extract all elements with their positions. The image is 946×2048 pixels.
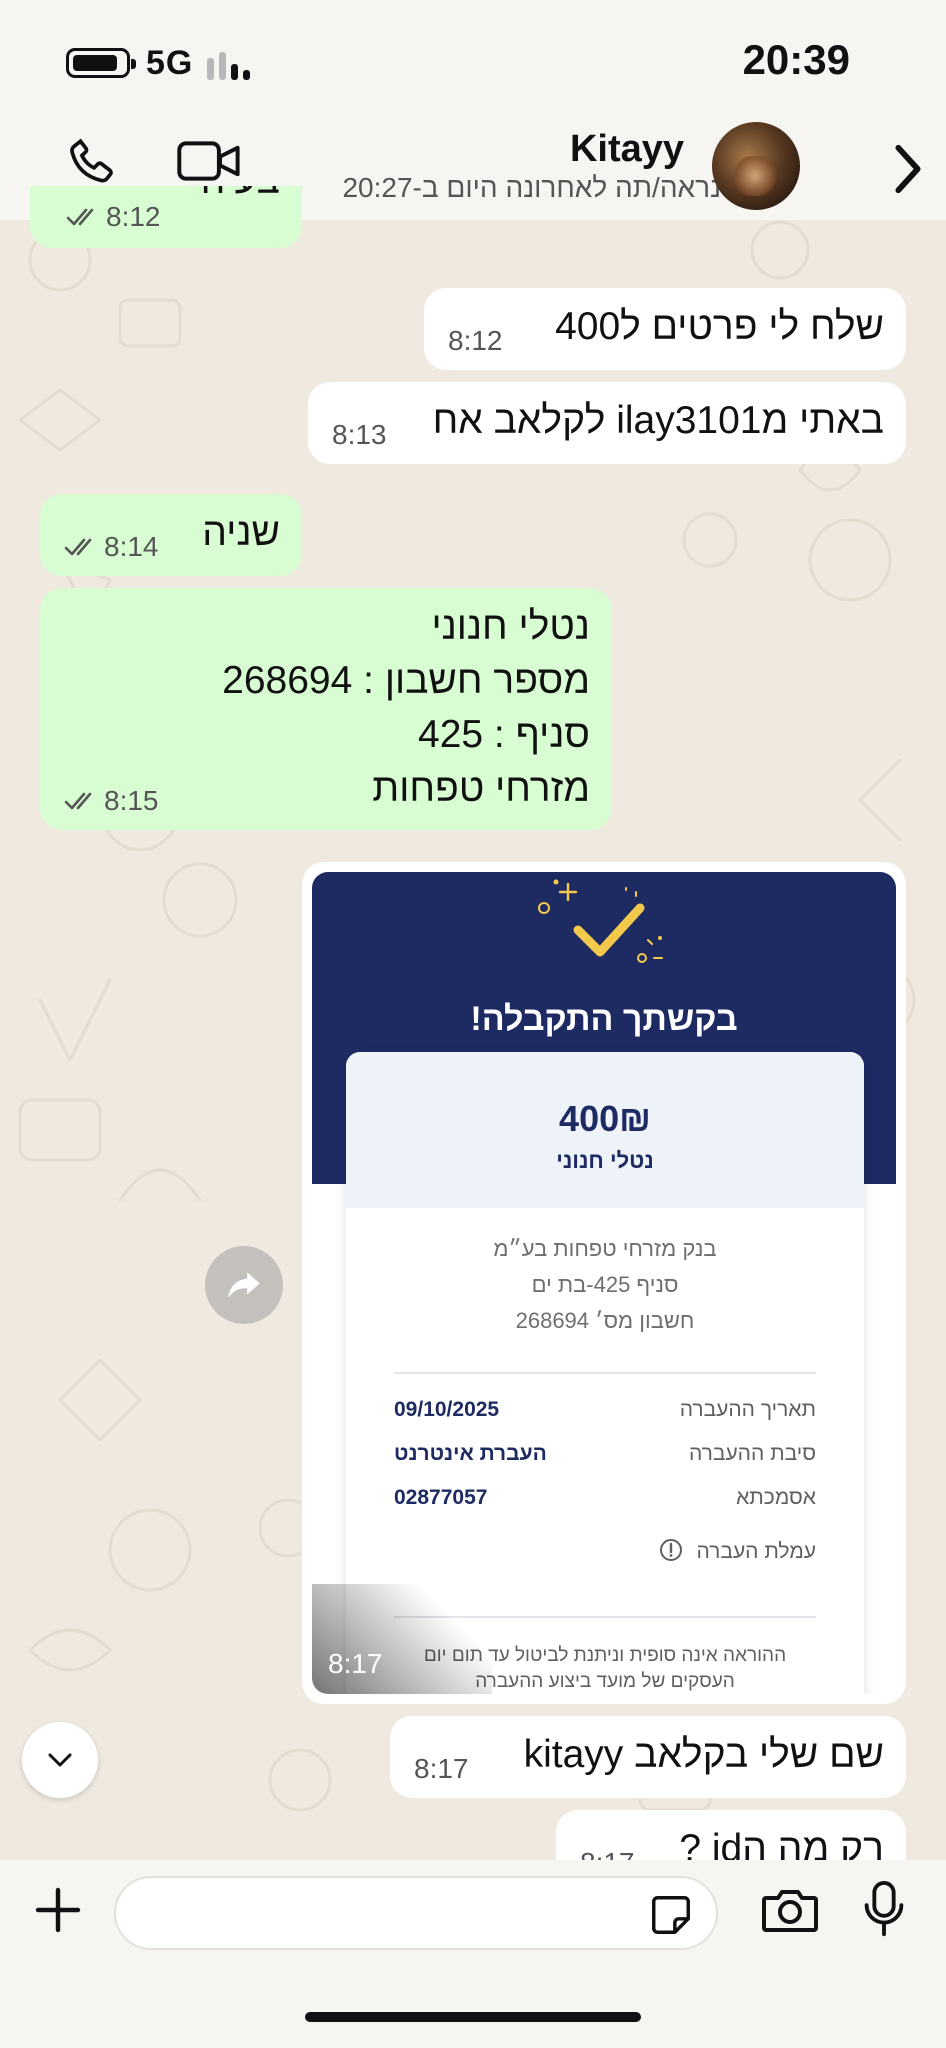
forward-button[interactable] [205,1246,283,1324]
message-composer [0,1860,946,2048]
double-check-icon [66,208,94,226]
divider [394,1372,816,1374]
info-icon [659,1539,682,1561]
message-time: 8:15 [64,782,159,821]
checkmark-icon [538,879,663,963]
double-check-icon [64,792,92,810]
message-bubble-incoming[interactable]: באתי מilay3101 לקלאב אח 8:13 [308,382,906,464]
message-bubble-outgoing[interactable]: נטלי חנוני מספר חשבון : 268694 סניף : 42… [40,588,612,830]
status-time: 20:39 [742,36,850,83]
camera-icon[interactable] [760,1884,820,1941]
receipt-image[interactable]: בקשתך התקבלה! 400₪ נטלי חנוני בנק מזרחי … [312,872,896,1694]
message-text: שניה [202,511,280,554]
home-indicator [305,2012,641,2022]
sticker-icon[interactable] [648,1892,694,1943]
receipt-title: בקשתך התקבלה! [470,1000,738,1038]
message-text: שם שלי בקלאב kitayy [523,1733,884,1776]
message-input[interactable] [140,1888,610,1940]
receipt-row: אסמכתא 02877057 [394,1486,816,1518]
battery-icon [66,48,136,78]
last-seen-status: נראה/תה לאחרונה היום ב-20:27 [342,172,721,203]
message-line: סניף : 425 [418,713,590,756]
message-time: 8:12 [448,325,503,356]
receipt-row: תאריך ההעברה 09/10/2025 [394,1398,816,1430]
row-label: סיבת ההעברה [688,1442,816,1465]
row-value: 09/10/2025 [394,1398,500,1421]
plus-icon[interactable] [34,1886,82,1939]
message-bubble-outgoing[interactable]: שניה 8:14 [40,494,302,576]
bank-line: סניף 425-בת ים [531,1272,679,1297]
chevron-right-icon[interactable] [892,142,924,201]
chevron-down-icon [48,1753,72,1767]
row-label: תאריך ההעברה [679,1398,816,1421]
message-text: באתי מilay3101 לקלאב אח [432,399,884,442]
message-time: 8:17 [414,1753,469,1784]
message-time: 8:12 [66,198,161,237]
receipt-row: סיבת ההעברה העברת אינטרנט [394,1442,816,1474]
bank-line: בנק מזרחי טפחות בע״מ [493,1236,717,1261]
row-label: אסמכתא [736,1486,816,1509]
message-bubble-incoming[interactable]: שם שלי בקלאב kitayy 8:17 [390,1716,906,1798]
bank-line: חשבון מס׳ 268694 [515,1308,695,1333]
fee-row: עמלת העברה [516,1538,816,1564]
scroll-down-button[interactable] [22,1722,98,1798]
receipt-amount: 400₪ [559,1098,651,1139]
row-value: העברת אינטרנט [394,1442,547,1465]
avatar[interactable] [712,122,800,210]
image-message-bubble[interactable]: בקשתך התקבלה! 400₪ נטלי חנוני בנק מזרחי … [302,862,906,1704]
message-bubble-incoming[interactable]: שלח לי פרטים ל400 8:12 [424,288,906,370]
double-check-icon [64,538,92,556]
message-line: נטלי חנוני [431,605,590,648]
message-line: מזרחי טפחות [372,767,590,810]
contact-name[interactable]: Kitayy [570,128,684,171]
network-label: 5G [146,44,194,82]
status-bar: 5G 20:39 [0,0,946,120]
message-time: 8:14 [64,528,159,567]
video-camera-icon[interactable] [176,136,242,191]
amount-box: 400₪ נטלי חנוני [346,1052,864,1208]
message-bubble-outgoing[interactable]: בעיה 8:12 [30,186,302,248]
message-text: בעיה [201,186,280,208]
message-input-wrapper[interactable] [114,1876,718,1950]
microphone-icon[interactable] [862,1880,906,1943]
receipt-payee: נטלי חנוני [556,1148,654,1173]
message-time: 8:17 [328,1648,383,1679]
row-value: 02877057 [394,1486,488,1509]
forward-icon [228,1272,260,1298]
message-line: מספר חשבון : 268694 [222,659,590,702]
message-time: 8:13 [332,419,387,450]
message-text: שלח לי פרטים ל400 [555,305,884,348]
fee-label: עמלת העברה [696,1540,817,1563]
signal-icon [207,50,257,80]
